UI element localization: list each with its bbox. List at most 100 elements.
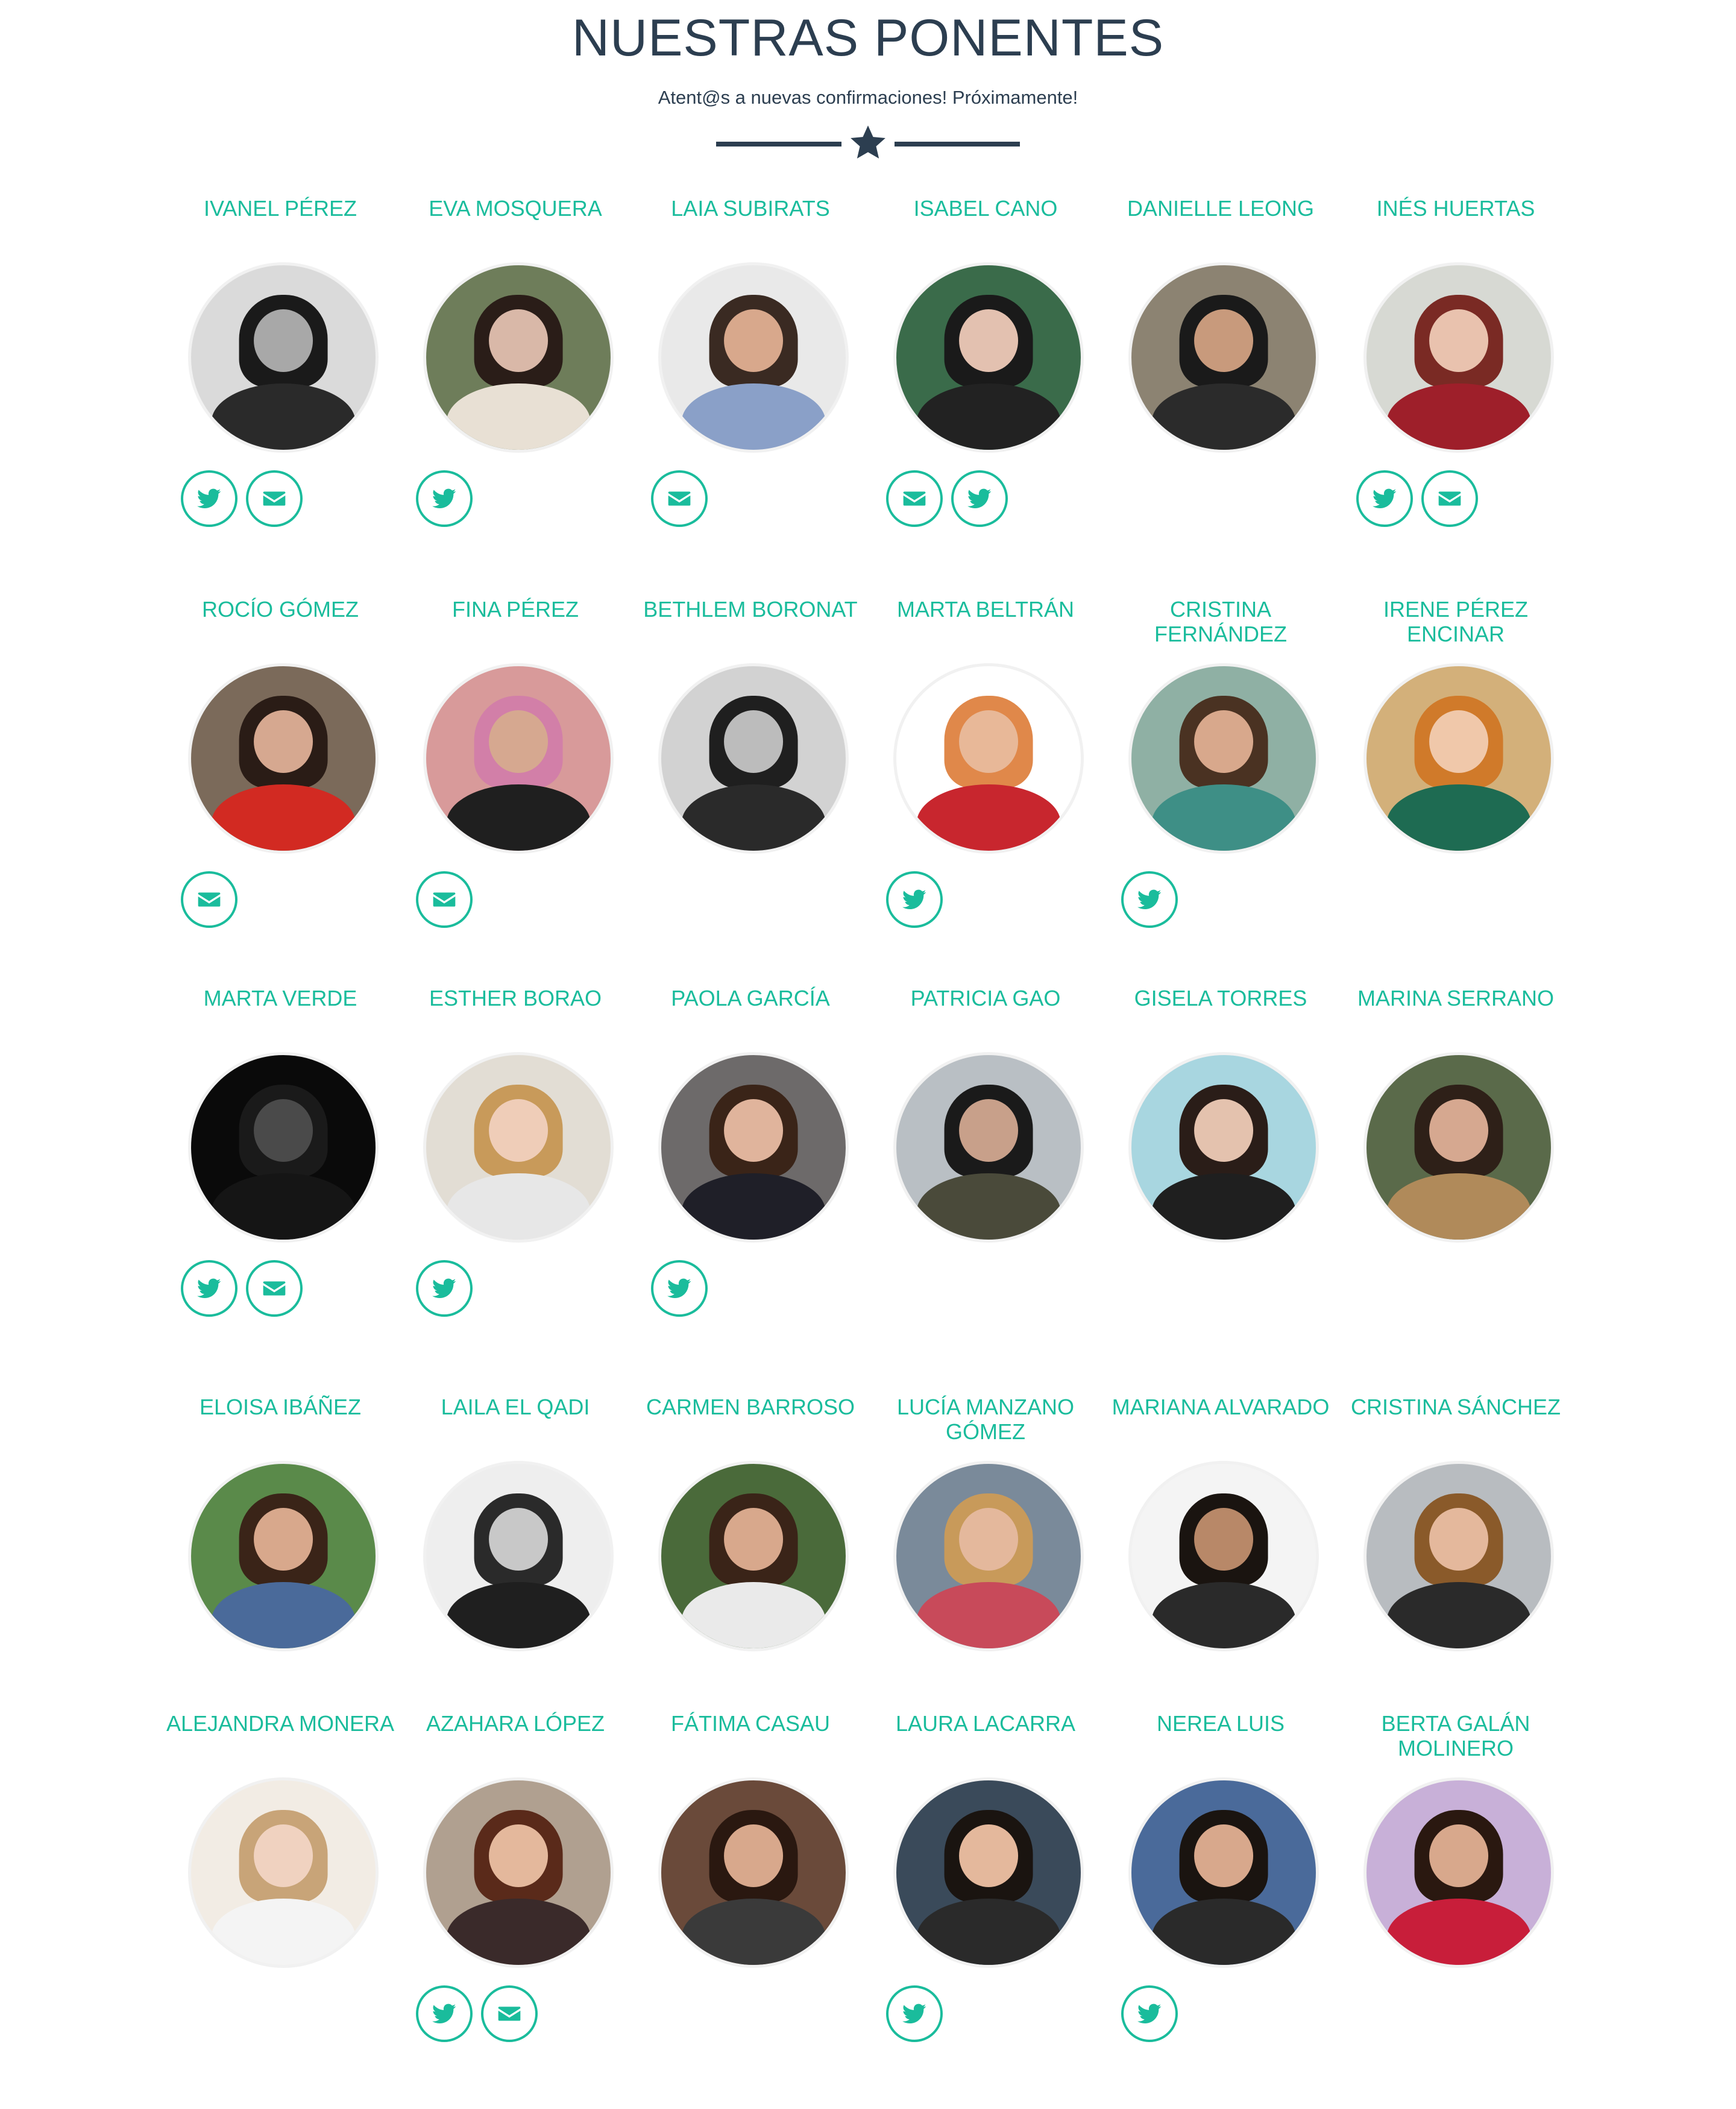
twitter-button[interactable]	[181, 1260, 237, 1317]
photo-body	[916, 784, 1061, 851]
twitter-button[interactable]	[951, 470, 1008, 527]
speaker-name: Fina Pérez	[451, 597, 579, 622]
speaker-card: Gisela Torres	[1103, 986, 1338, 1384]
speaker-links	[398, 470, 633, 531]
speaker-card: Eva Mosquera	[398, 196, 633, 594]
photo-face	[254, 1824, 313, 1888]
email-button[interactable]	[651, 470, 708, 527]
speaker-links	[633, 1260, 868, 1320]
photo-body	[1151, 784, 1296, 851]
photo-face	[959, 1824, 1018, 1888]
email-button[interactable]	[886, 470, 943, 527]
photo-face	[1429, 1824, 1488, 1888]
email-button[interactable]	[246, 470, 303, 527]
photo-face	[959, 1099, 1018, 1162]
photo-face	[489, 710, 548, 774]
twitter-button[interactable]	[651, 1260, 708, 1317]
photo-body	[211, 1173, 356, 1240]
speaker-card: Marina Serrano	[1338, 986, 1573, 1384]
speaker-links	[868, 1985, 1103, 2046]
photo-body	[446, 1581, 591, 1648]
speaker-links	[398, 871, 633, 932]
speaker-name: Nerea Luis	[1156, 1711, 1285, 1736]
speaker-name: Gisela Torres	[1134, 986, 1307, 1010]
speaker-links	[398, 1260, 633, 1320]
speaker-photo	[1128, 1777, 1319, 1968]
speaker-links	[398, 1985, 633, 2046]
email-button[interactable]	[181, 871, 237, 928]
speaker-photo	[423, 1777, 614, 1968]
email-button[interactable]	[246, 1260, 303, 1317]
speaker-links	[633, 470, 868, 531]
speaker-name: Ivanel Pérez	[203, 196, 357, 221]
speaker-photo	[1128, 663, 1319, 854]
photo-face	[1429, 1508, 1488, 1571]
speaker-name: Berta Galán Molinero	[1381, 1711, 1530, 1761]
speaker-name: Fátima Casau	[670, 1711, 831, 1736]
email-button[interactable]	[481, 1985, 538, 2042]
photo-face	[959, 710, 1018, 774]
twitter-button[interactable]	[886, 871, 943, 928]
photo-face	[1429, 1099, 1488, 1162]
photo-body	[446, 383, 591, 450]
speaker-photo	[423, 1461, 614, 1651]
speaker-card: Esther Borao	[398, 986, 633, 1384]
speaker-photo	[423, 262, 614, 453]
speakers-page: NUESTRAS PONENTES Atent@s a nuevas confi…	[0, 0, 1736, 2081]
photo-body	[211, 784, 356, 851]
twitter-icon	[1137, 889, 1162, 910]
photo-face	[959, 309, 1018, 373]
speaker-name: Cristina Fernández	[1154, 597, 1287, 646]
envelope-icon	[198, 892, 221, 907]
photo-body	[681, 1173, 826, 1240]
envelope-icon	[433, 892, 456, 907]
photo-face	[724, 1099, 783, 1162]
speaker-card: Irene Pérez Encinar	[1338, 597, 1573, 995]
speaker-grid: Ivanel Pérez Eva Mosquera Laia Subirats Isa…	[0, 0, 1736, 2081]
photo-body	[446, 784, 591, 851]
twitter-button[interactable]	[1121, 871, 1178, 928]
twitter-button[interactable]	[1121, 1985, 1178, 2042]
photo-body	[681, 1898, 826, 1965]
photo-face	[959, 1508, 1018, 1571]
speaker-name: Mariana Alvarado	[1112, 1395, 1330, 1419]
speaker-links	[163, 1260, 398, 1320]
twitter-icon	[902, 2003, 926, 2024]
twitter-button[interactable]	[181, 470, 237, 527]
twitter-button[interactable]	[416, 1260, 473, 1317]
photo-body	[916, 1173, 1061, 1240]
photo-body	[1151, 1173, 1296, 1240]
speaker-photo	[423, 1052, 614, 1243]
twitter-button[interactable]	[1356, 470, 1413, 527]
speaker-card: Berta Galán Molinero	[1338, 1711, 1573, 2109]
envelope-icon	[903, 491, 926, 506]
twitter-button[interactable]	[886, 1985, 943, 2042]
photo-body	[1151, 1581, 1296, 1648]
photo-body	[211, 383, 356, 450]
speaker-card: Paola García	[633, 986, 868, 1384]
speaker-photo	[658, 262, 849, 453]
speaker-photo	[893, 262, 1084, 453]
photo-body	[211, 1581, 356, 1648]
photo-body	[1386, 1898, 1531, 1965]
twitter-button[interactable]	[416, 1985, 473, 2042]
email-button[interactable]	[416, 871, 473, 928]
speaker-photo	[1363, 1461, 1554, 1651]
twitter-icon	[432, 2003, 456, 2024]
speaker-links	[1338, 470, 1573, 531]
photo-face	[489, 1824, 548, 1888]
speaker-card: Laia Subirats	[633, 196, 868, 594]
twitter-icon	[1373, 488, 1397, 509]
photo-body	[1386, 1173, 1531, 1240]
speaker-photo	[1128, 1461, 1319, 1651]
photo-body	[1151, 383, 1296, 450]
twitter-icon	[667, 1278, 691, 1299]
speaker-photo	[658, 663, 849, 854]
twitter-button[interactable]	[416, 470, 473, 527]
envelope-icon	[1438, 491, 1461, 506]
speaker-photo	[893, 1052, 1084, 1243]
speaker-card: Fátima Casau	[633, 1711, 868, 2109]
speaker-name: Irene Pérez Encinar	[1383, 597, 1529, 646]
photo-face	[254, 710, 313, 774]
email-button[interactable]	[1421, 470, 1478, 527]
